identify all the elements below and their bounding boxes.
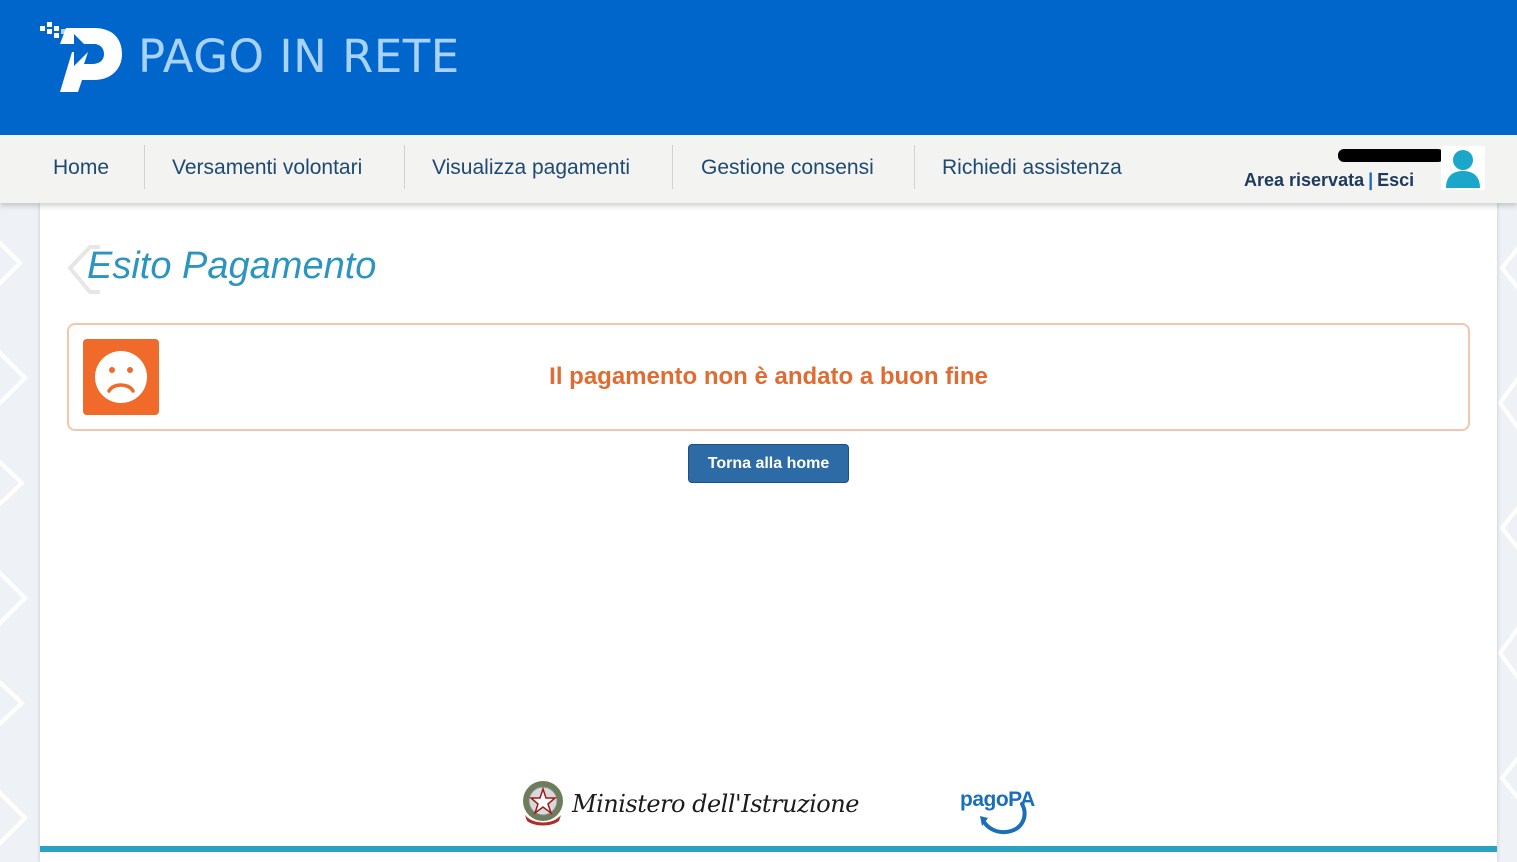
user-icon[interactable] — [1441, 146, 1485, 190]
sad-face-icon — [83, 339, 159, 415]
left-decoration — [0, 240, 28, 846]
user-links: Area riservata | Esci — [1244, 170, 1414, 191]
nav-divider — [914, 145, 915, 189]
right-decoration — [1497, 246, 1517, 800]
brand-title: PAGO IN RETE — [138, 30, 460, 83]
content-card — [40, 203, 1497, 862]
nav-item-home[interactable]: Home — [53, 145, 109, 191]
pagopa-label: pagoPA — [960, 788, 1035, 811]
nav-divider — [672, 145, 673, 189]
page-title: Esito Pagamento — [87, 245, 377, 287]
italian-republic-emblem-icon — [523, 781, 563, 826]
top-header: PAGO IN RETE — [0, 0, 1517, 135]
user-links-separator: | — [1368, 170, 1374, 190]
footer-accent-bar — [40, 846, 1497, 852]
nav-divider — [404, 145, 405, 189]
area-riservata-link[interactable]: Area riservata — [1244, 170, 1364, 190]
back-to-home-button[interactable]: Torna alla home — [688, 444, 849, 483]
ministry-label: Ministero dell'Istruzione — [572, 790, 859, 818]
nav-item-versamenti-volontari[interactable]: Versamenti volontari — [172, 145, 362, 191]
redacted-username — [1338, 149, 1444, 162]
nav-item-gestione-consensi[interactable]: Gestione consensi — [701, 145, 874, 191]
nav-divider — [144, 145, 145, 189]
nav-item-visualizza-pagamenti[interactable]: Visualizza pagamenti — [432, 145, 630, 191]
logout-link[interactable]: Esci — [1377, 170, 1414, 190]
nav-item-richiedi-assistenza[interactable]: Richiedi assistenza — [942, 145, 1122, 191]
alert-message: Il pagamento non è andato a buon fine — [549, 363, 988, 390]
main-nav: Home Versamenti volontari Visualizza pag… — [0, 135, 1517, 203]
pago-in-rete-logo-icon[interactable] — [38, 20, 128, 94]
